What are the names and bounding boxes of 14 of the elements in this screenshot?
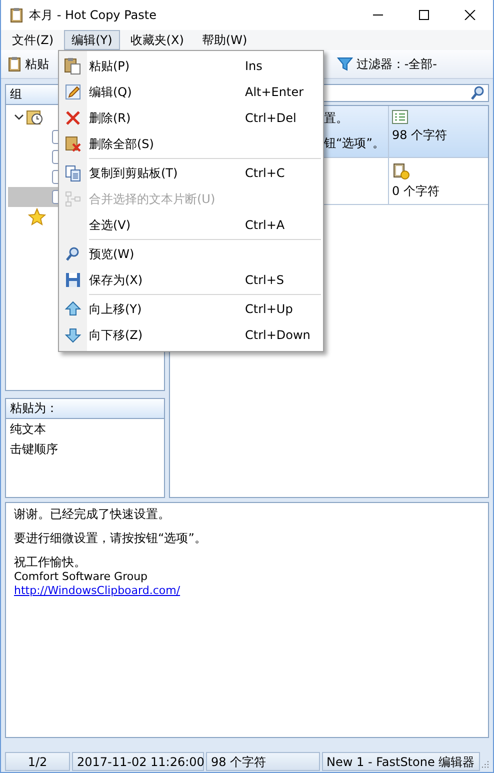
preview-text: 谢谢。已经完成了快速设置。 [14, 507, 171, 522]
panel-header: 粘贴为： [6, 399, 164, 419]
clip-size: 98 个字符 [392, 127, 448, 144]
status-field: 98 个字符 [206, 752, 320, 771]
preview-text: 要进行细微设置，请按按钮“选项”。 [14, 531, 208, 546]
status-field: 1/2 [5, 752, 70, 771]
preview-text: 祝工作愉快。 [14, 555, 87, 570]
clip-size: 0 个字符 [392, 183, 440, 200]
company-name: Comfort Software Group [14, 570, 149, 583]
status-field: 2017-11-02 11:26:00 [72, 752, 204, 771]
clip-text: 钮“选项”。 [324, 135, 386, 152]
status-field: New 1 - FastStone 编辑器 [322, 752, 480, 771]
window-title: 本月 - Hot Copy Paste [29, 6, 158, 24]
clip-text: 置。 [324, 110, 349, 127]
